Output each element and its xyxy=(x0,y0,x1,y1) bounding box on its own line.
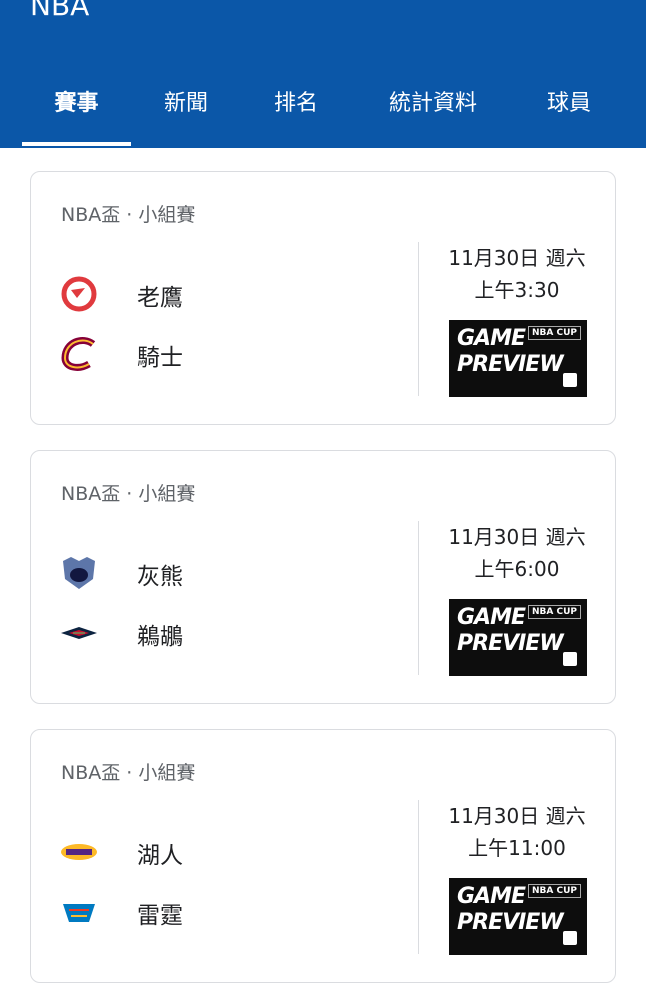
game-time: 上午11:00 xyxy=(468,836,566,860)
grizzlies-logo-icon xyxy=(59,553,99,593)
nba-cup-badge: NBA CUP xyxy=(528,605,581,619)
game-card[interactable]: NBA盃 · 小組賽 湖人 雷霆 11月30日 週六 上午11:00 GAME … xyxy=(30,729,616,983)
tab-news[interactable]: 新聞 xyxy=(140,78,232,148)
app-title: NBA xyxy=(30,0,90,22)
play-icon xyxy=(563,652,577,666)
preview-line2: PREVIEW xyxy=(457,910,564,935)
play-icon xyxy=(563,931,577,945)
divider xyxy=(418,521,419,675)
tab-players[interactable]: 球員 xyxy=(525,78,613,148)
game-time: 上午3:30 xyxy=(474,278,560,302)
hawks-logo-icon xyxy=(59,274,99,314)
game-card[interactable]: NBA盃 · 小組賽 灰熊 鵜鶘 11月30日 週六 上午6:00 GAME P… xyxy=(30,450,616,704)
competition-label: NBA盃 · 小組賽 xyxy=(61,204,196,226)
game-preview-thumbnail[interactable]: GAME PREVIEW NBA CUP xyxy=(449,320,587,397)
nba-cup-badge: NBA CUP xyxy=(528,884,581,898)
team-name: 騎士 xyxy=(137,345,183,371)
game-date: 11月30日 週六 xyxy=(448,246,586,270)
play-icon xyxy=(563,373,577,387)
game-preview-thumbnail[interactable]: GAME PREVIEW NBA CUP xyxy=(449,599,587,676)
pelicans-logo-icon xyxy=(59,613,99,653)
divider xyxy=(418,800,419,954)
lakers-logo-icon xyxy=(59,832,99,872)
team-name: 老鷹 xyxy=(137,285,183,311)
team-name: 湖人 xyxy=(137,843,183,869)
game-card[interactable]: NBA盃 · 小組賽 老鷹 騎士 11月30日 週六 上午3:30 GAME P… xyxy=(30,171,616,425)
divider xyxy=(418,242,419,396)
tab-games[interactable]: 賽事 xyxy=(22,78,131,148)
nba-cup-badge: NBA CUP xyxy=(528,326,581,340)
competition-label: NBA盃 · 小組賽 xyxy=(61,762,196,784)
preview-line2: PREVIEW xyxy=(457,352,564,377)
cavaliers-logo-icon xyxy=(59,334,99,374)
tab-standings[interactable]: 排名 xyxy=(250,78,342,148)
preview-line2: PREVIEW xyxy=(457,631,564,656)
game-date: 11月30日 週六 xyxy=(448,525,586,549)
thunder-logo-icon xyxy=(59,892,99,932)
active-tab-indicator xyxy=(22,142,131,146)
tab-stats[interactable]: 統計資料 xyxy=(368,78,498,148)
team-name: 雷霆 xyxy=(137,903,183,929)
game-preview-thumbnail[interactable]: GAME PREVIEW NBA CUP xyxy=(449,878,587,955)
app-header: NBA 賽事 新聞 排名 統計資料 球員 xyxy=(0,0,646,148)
team-name: 灰熊 xyxy=(137,564,183,590)
game-time: 上午6:00 xyxy=(474,557,560,581)
team-name: 鵜鶘 xyxy=(137,624,183,650)
game-date: 11月30日 週六 xyxy=(448,804,586,828)
competition-label: NBA盃 · 小組賽 xyxy=(61,483,196,505)
tab-bar: 賽事 新聞 排名 統計資料 球員 xyxy=(0,78,646,148)
